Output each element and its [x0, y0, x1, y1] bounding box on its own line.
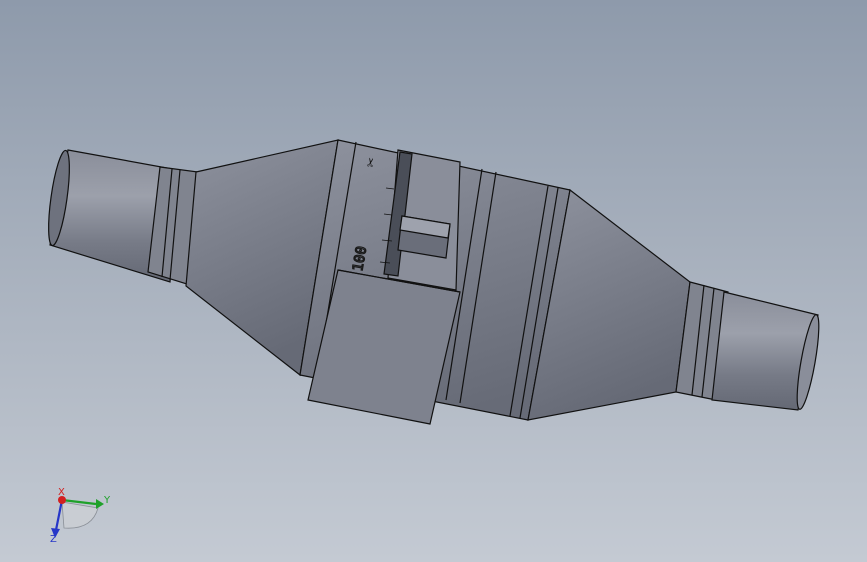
triad-z-label: Z — [50, 534, 57, 545]
triad-x-label: X — [58, 487, 65, 498]
model-canvas[interactable]: 100 ✂ Y X Z — [0, 0, 867, 562]
muffler-model[interactable] — [44, 139, 823, 425]
graphics-viewport[interactable]: 100 ✂ Y X Z — [0, 0, 867, 562]
triad-y-label: Y — [103, 495, 111, 506]
triad-plane — [61, 501, 99, 529]
view-triad[interactable]: Y X Z — [50, 487, 111, 545]
